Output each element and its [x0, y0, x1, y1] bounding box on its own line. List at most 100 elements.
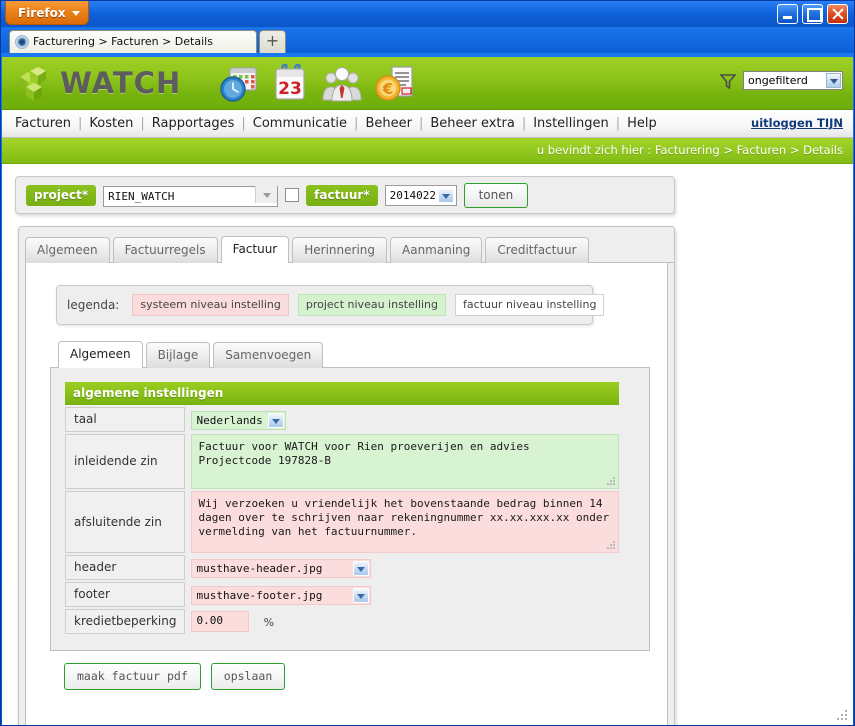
maximize-icon: [803, 5, 822, 23]
inner-tab-group: Algemeen Bijlage Samenvoegen algemene in…: [50, 341, 650, 690]
site-header: WATCH 23 € ongefilterd: [2, 57, 853, 110]
tab-factuur[interactable]: Factuur: [220, 236, 290, 263]
svg-text:23: 23: [278, 79, 302, 99]
firefox-menu-button[interactable]: Firefox: [5, 1, 89, 25]
chevron-down-icon: [353, 587, 370, 603]
project-input[interactable]: RIEN_WATCH: [103, 185, 279, 207]
table-row: header musthave-header.jpg: [65, 555, 619, 580]
textarea-resize-grip[interactable]: [606, 540, 616, 549]
main-nav: Facturen | Kosten | Rapportages | Communicatie…: [2, 110, 853, 138]
funnel-icon: [720, 73, 736, 89]
nav-separator: |: [615, 116, 621, 131]
project-combo[interactable]: RIEN_WATCH: [103, 185, 279, 207]
close-icon: [828, 5, 847, 23]
kredietbeperking-input[interactable]: 0.00: [191, 611, 250, 632]
nav-item-beheer[interactable]: Beheer: [365, 116, 412, 131]
label-footer: footer: [65, 582, 186, 607]
logout-link[interactable]: uitloggen TIJN: [751, 110, 843, 137]
factuur-panel: Algemeen Factuurregels Factuur Herinneri…: [18, 226, 675, 725]
filter-select-value: ongefilterd: [748, 74, 808, 87]
nav-item-rapportages[interactable]: Rapportages: [152, 116, 235, 131]
factuur-select[interactable]: 2014022: [384, 184, 457, 206]
clock-schedule-icon[interactable]: [216, 62, 260, 106]
firefox-menu-label: Firefox: [18, 6, 66, 20]
watch-logo-icon: [20, 67, 46, 101]
filter-select[interactable]: ongefilterd: [743, 71, 843, 90]
maak-factuur-pdf-button[interactable]: maak factuur pdf: [64, 663, 201, 690]
nav-item-help[interactable]: Help: [627, 116, 657, 131]
table-row: inleidende zin Factuur voor WATCH voor R…: [65, 434, 620, 489]
chevron-down-icon: [826, 73, 841, 88]
main-tab-row: Algemeen Factuurregels Factuur Herinneri…: [25, 236, 674, 263]
textarea-resize-grip[interactable]: [606, 476, 616, 485]
nav-item-facturen[interactable]: Facturen: [15, 116, 71, 131]
svg-text:€: €: [382, 80, 393, 98]
factuur-select-value: 2014022: [389, 188, 436, 202]
project-label: project*: [26, 184, 97, 206]
table-row: kredietbeperking 0.00 %: [65, 609, 619, 634]
browser-tab-title: Facturering > Facturen > Details: [33, 35, 213, 48]
chevron-down-icon: [437, 187, 454, 203]
legend-chip-project: project niveau instelling: [297, 294, 447, 316]
chevron-down-icon: [71, 11, 80, 16]
breadcrumb: u bevindt zich hier : Facturering > Fact…: [2, 138, 853, 164]
legend-chip-factuur: factuur niveau instelling: [455, 294, 605, 316]
resize-grip[interactable]: [835, 708, 847, 720]
label-inleidende-zin: inleidende zin: [65, 434, 186, 489]
tab-factuurregels[interactable]: Factuurregels: [112, 237, 218, 263]
header-select[interactable]: musthave-header.jpg: [191, 558, 372, 578]
tab-algemeen[interactable]: Algemeen: [25, 237, 110, 263]
table-row: footer musthave-footer.jpg: [65, 582, 619, 607]
afsluitende-zin-textarea[interactable]: Wij verzoeken u vriendelijk het bovensta…: [191, 491, 620, 553]
tab-herinnering[interactable]: Herinnering: [292, 237, 388, 263]
tonen-button[interactable]: tonen: [463, 182, 529, 208]
tab-aanmaning[interactable]: Aanmaning: [390, 237, 483, 263]
factuur-label: factuur*: [306, 184, 378, 206]
form-action-row: maak factuur pdf opslaan: [64, 663, 650, 690]
window-controls: [777, 4, 848, 24]
footer-select-value: musthave-footer.jpg: [196, 588, 323, 602]
calendar-23-icon[interactable]: 23: [268, 62, 312, 106]
section-title: algemene instellingen: [65, 382, 620, 405]
label-taal: taal: [65, 407, 186, 432]
close-button[interactable]: [827, 4, 848, 24]
form-section-header-row: algemene instellingen: [65, 382, 620, 405]
nav-item-beheer-extra[interactable]: Beheer extra: [430, 116, 515, 131]
inner-tab-algemeen[interactable]: Algemeen: [58, 341, 143, 368]
project-checkbox[interactable]: [285, 188, 300, 202]
table-row: taal Nederlands: [65, 407, 619, 432]
inner-tab-bijlage[interactable]: Bijlage: [145, 342, 211, 368]
browser-tab-active[interactable]: Facturering > Facturen > Details: [9, 30, 257, 53]
algemene-instellingen-form: algemene instellingen taal Nederlands in…: [65, 380, 620, 636]
euro-invoice-icon[interactable]: €: [372, 62, 416, 106]
nav-separator: |: [521, 116, 527, 131]
inner-tab-samenvoegen[interactable]: Samenvoegen: [213, 342, 324, 368]
header-icon-bar: 23 €: [216, 62, 416, 106]
browser-tab-strip: Facturering > Facturen > Details +: [1, 27, 854, 53]
inleidende-zin-textarea[interactable]: Factuur voor WATCH voor Rien proeverijen…: [191, 434, 620, 489]
minimize-button[interactable]: [777, 4, 798, 24]
chevron-down-icon[interactable]: [255, 185, 278, 203]
nav-separator: |: [354, 116, 359, 131]
nav-separator: |: [418, 116, 424, 131]
taal-select[interactable]: Nederlands: [191, 410, 286, 430]
label-header: header: [65, 555, 186, 580]
opslaan-button[interactable]: opslaan: [210, 663, 286, 690]
maximize-button[interactable]: [802, 4, 823, 24]
window-titlebar: Firefox: [1, 1, 854, 27]
team-people-icon[interactable]: [320, 62, 364, 106]
factuur-tab-body: legenda: systeem niveau instelling proje…: [25, 263, 668, 725]
table-row: afsluitende zin Wij verzoeken u vriendel…: [65, 491, 620, 553]
new-tab-button[interactable]: +: [259, 30, 286, 53]
nav-item-communicatie[interactable]: Communicatie: [253, 116, 347, 131]
brand-title: WATCH: [60, 66, 182, 100]
chevron-down-icon: [267, 412, 284, 428]
nav-item-kosten[interactable]: Kosten: [89, 116, 133, 131]
chevron-down-icon: [353, 560, 370, 576]
tab-creditfactuur[interactable]: Creditfactuur: [485, 237, 589, 263]
page-viewport: WATCH 23 € ongefilterd Facturen | Kosten…: [2, 57, 853, 725]
label-kredietbeperking: kredietbeperking: [65, 609, 186, 634]
nav-item-instellingen[interactable]: Instellingen: [533, 116, 609, 131]
legend: legenda: systeem niveau instelling proje…: [56, 285, 605, 325]
footer-select[interactable]: musthave-footer.jpg: [191, 585, 372, 605]
